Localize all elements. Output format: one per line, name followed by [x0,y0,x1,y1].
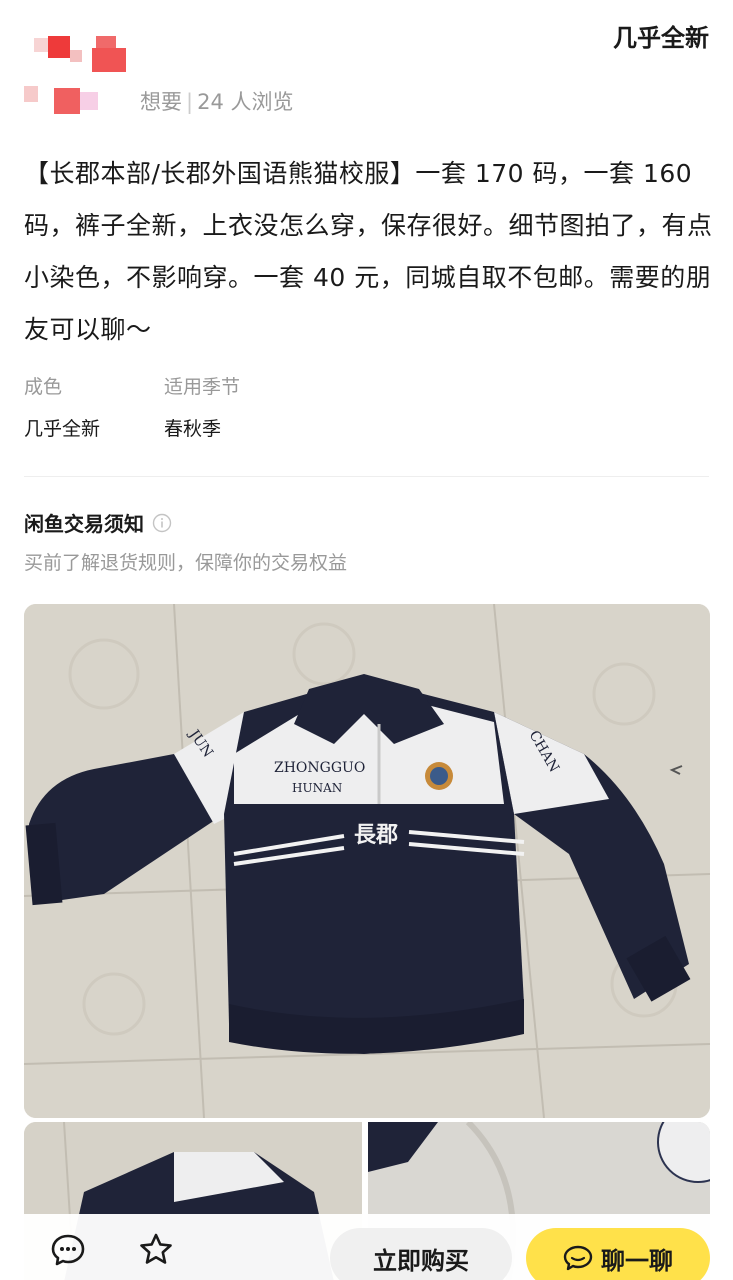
jacket-text-zhongguo: ZHONGGUO [274,760,365,776]
attribute-value: 几乎全新 [24,418,101,440]
jacket-text-school: 長郡 [354,822,398,848]
trade-notice-subtitle: 买前了解退货规则，保障你的交易权益 [24,552,348,574]
listing-stats: 想要 | 24 人浏览 [140,90,294,114]
attribute-value: 春秋季 [164,418,222,440]
buy-now-button[interactable]: 立即购买 [330,1228,512,1280]
comment-icon[interactable] [50,1232,86,1268]
want-count: 想要 [140,90,182,114]
star-icon[interactable] [138,1232,174,1268]
seller-avatar[interactable] [24,32,136,122]
trade-notice-title[interactable]: 闲鱼交易须知 [24,508,172,537]
chat-button-label: 聊一聊 [601,1246,673,1275]
jacket-text-hunan: HUNAN [292,781,342,795]
attributes: 成色 几乎全新 适用季节 春秋季 [24,372,304,441]
attribute-condition: 成色 几乎全新 [24,372,164,441]
attribute-season: 适用季节 春秋季 [164,372,304,441]
notice-title-text: 闲鱼交易须知 [24,512,144,536]
jacket-photo: ZHONGGUO HUNAN 長郡 JUN CHAN [24,604,710,1118]
condition-tag: 几乎全新 [611,24,711,52]
attribute-label: 适用季节 [164,376,241,398]
product-photo-main[interactable]: ZHONGGUO HUNAN 長郡 JUN CHAN [24,604,710,1118]
info-icon[interactable] [152,513,172,533]
view-count: 24 人浏览 [197,90,294,114]
chat-bubble-icon [563,1245,593,1271]
bottom-action-bar: 立即购买 聊一聊 [0,1214,733,1280]
attribute-label: 成色 [24,376,63,398]
chat-button[interactable]: 聊一聊 [526,1228,710,1280]
divider [24,476,709,477]
listing-description: 【长郡本部/长郡外国语熊猫校服】一套 170 码，一套 160 码，裤子全新，上… [24,159,713,344]
seller-header: 几乎全新 想要 | 24 人浏览 [0,0,733,130]
